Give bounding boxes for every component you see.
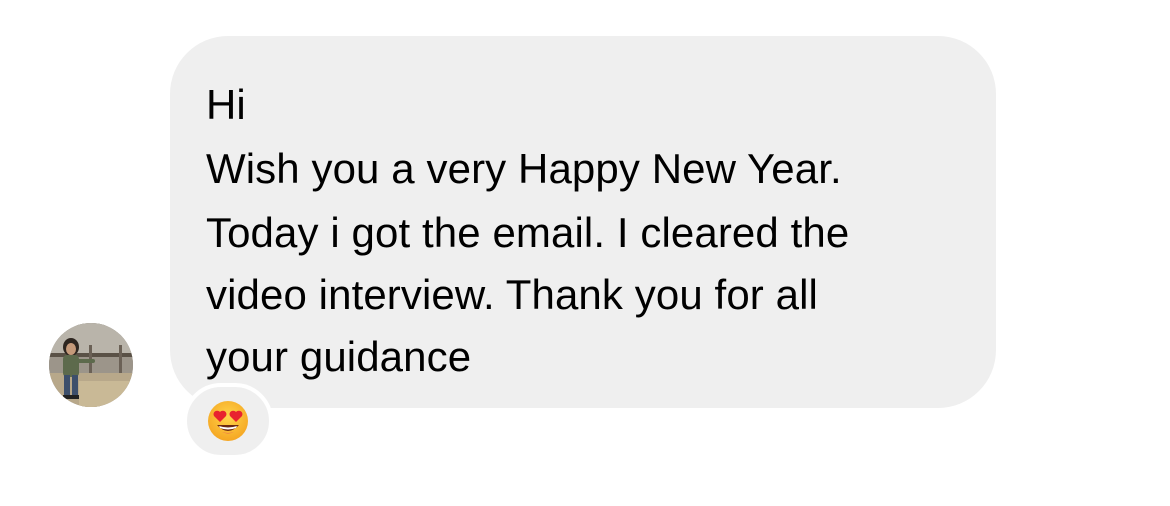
message-line: video interview. Thank you for all xyxy=(206,271,818,318)
sender-avatar[interactable] xyxy=(49,323,133,407)
message-bubble[interactable]: Hi Wish you a very Happy New Year. Today… xyxy=(170,36,996,408)
heart-eyes-emoji-icon xyxy=(208,401,248,441)
message-line: Today i got the email. I cleared the xyxy=(206,209,850,256)
message-line: Wish you a very Happy New Year. xyxy=(206,145,842,192)
reaction-badge[interactable] xyxy=(183,383,273,459)
avatar-photo-icon xyxy=(49,323,133,407)
message-line: your guidance xyxy=(206,333,472,380)
chat-screen: Hi Wish you a very Happy New Year. Today… xyxy=(0,0,1170,506)
message-line: Hi xyxy=(206,81,246,128)
